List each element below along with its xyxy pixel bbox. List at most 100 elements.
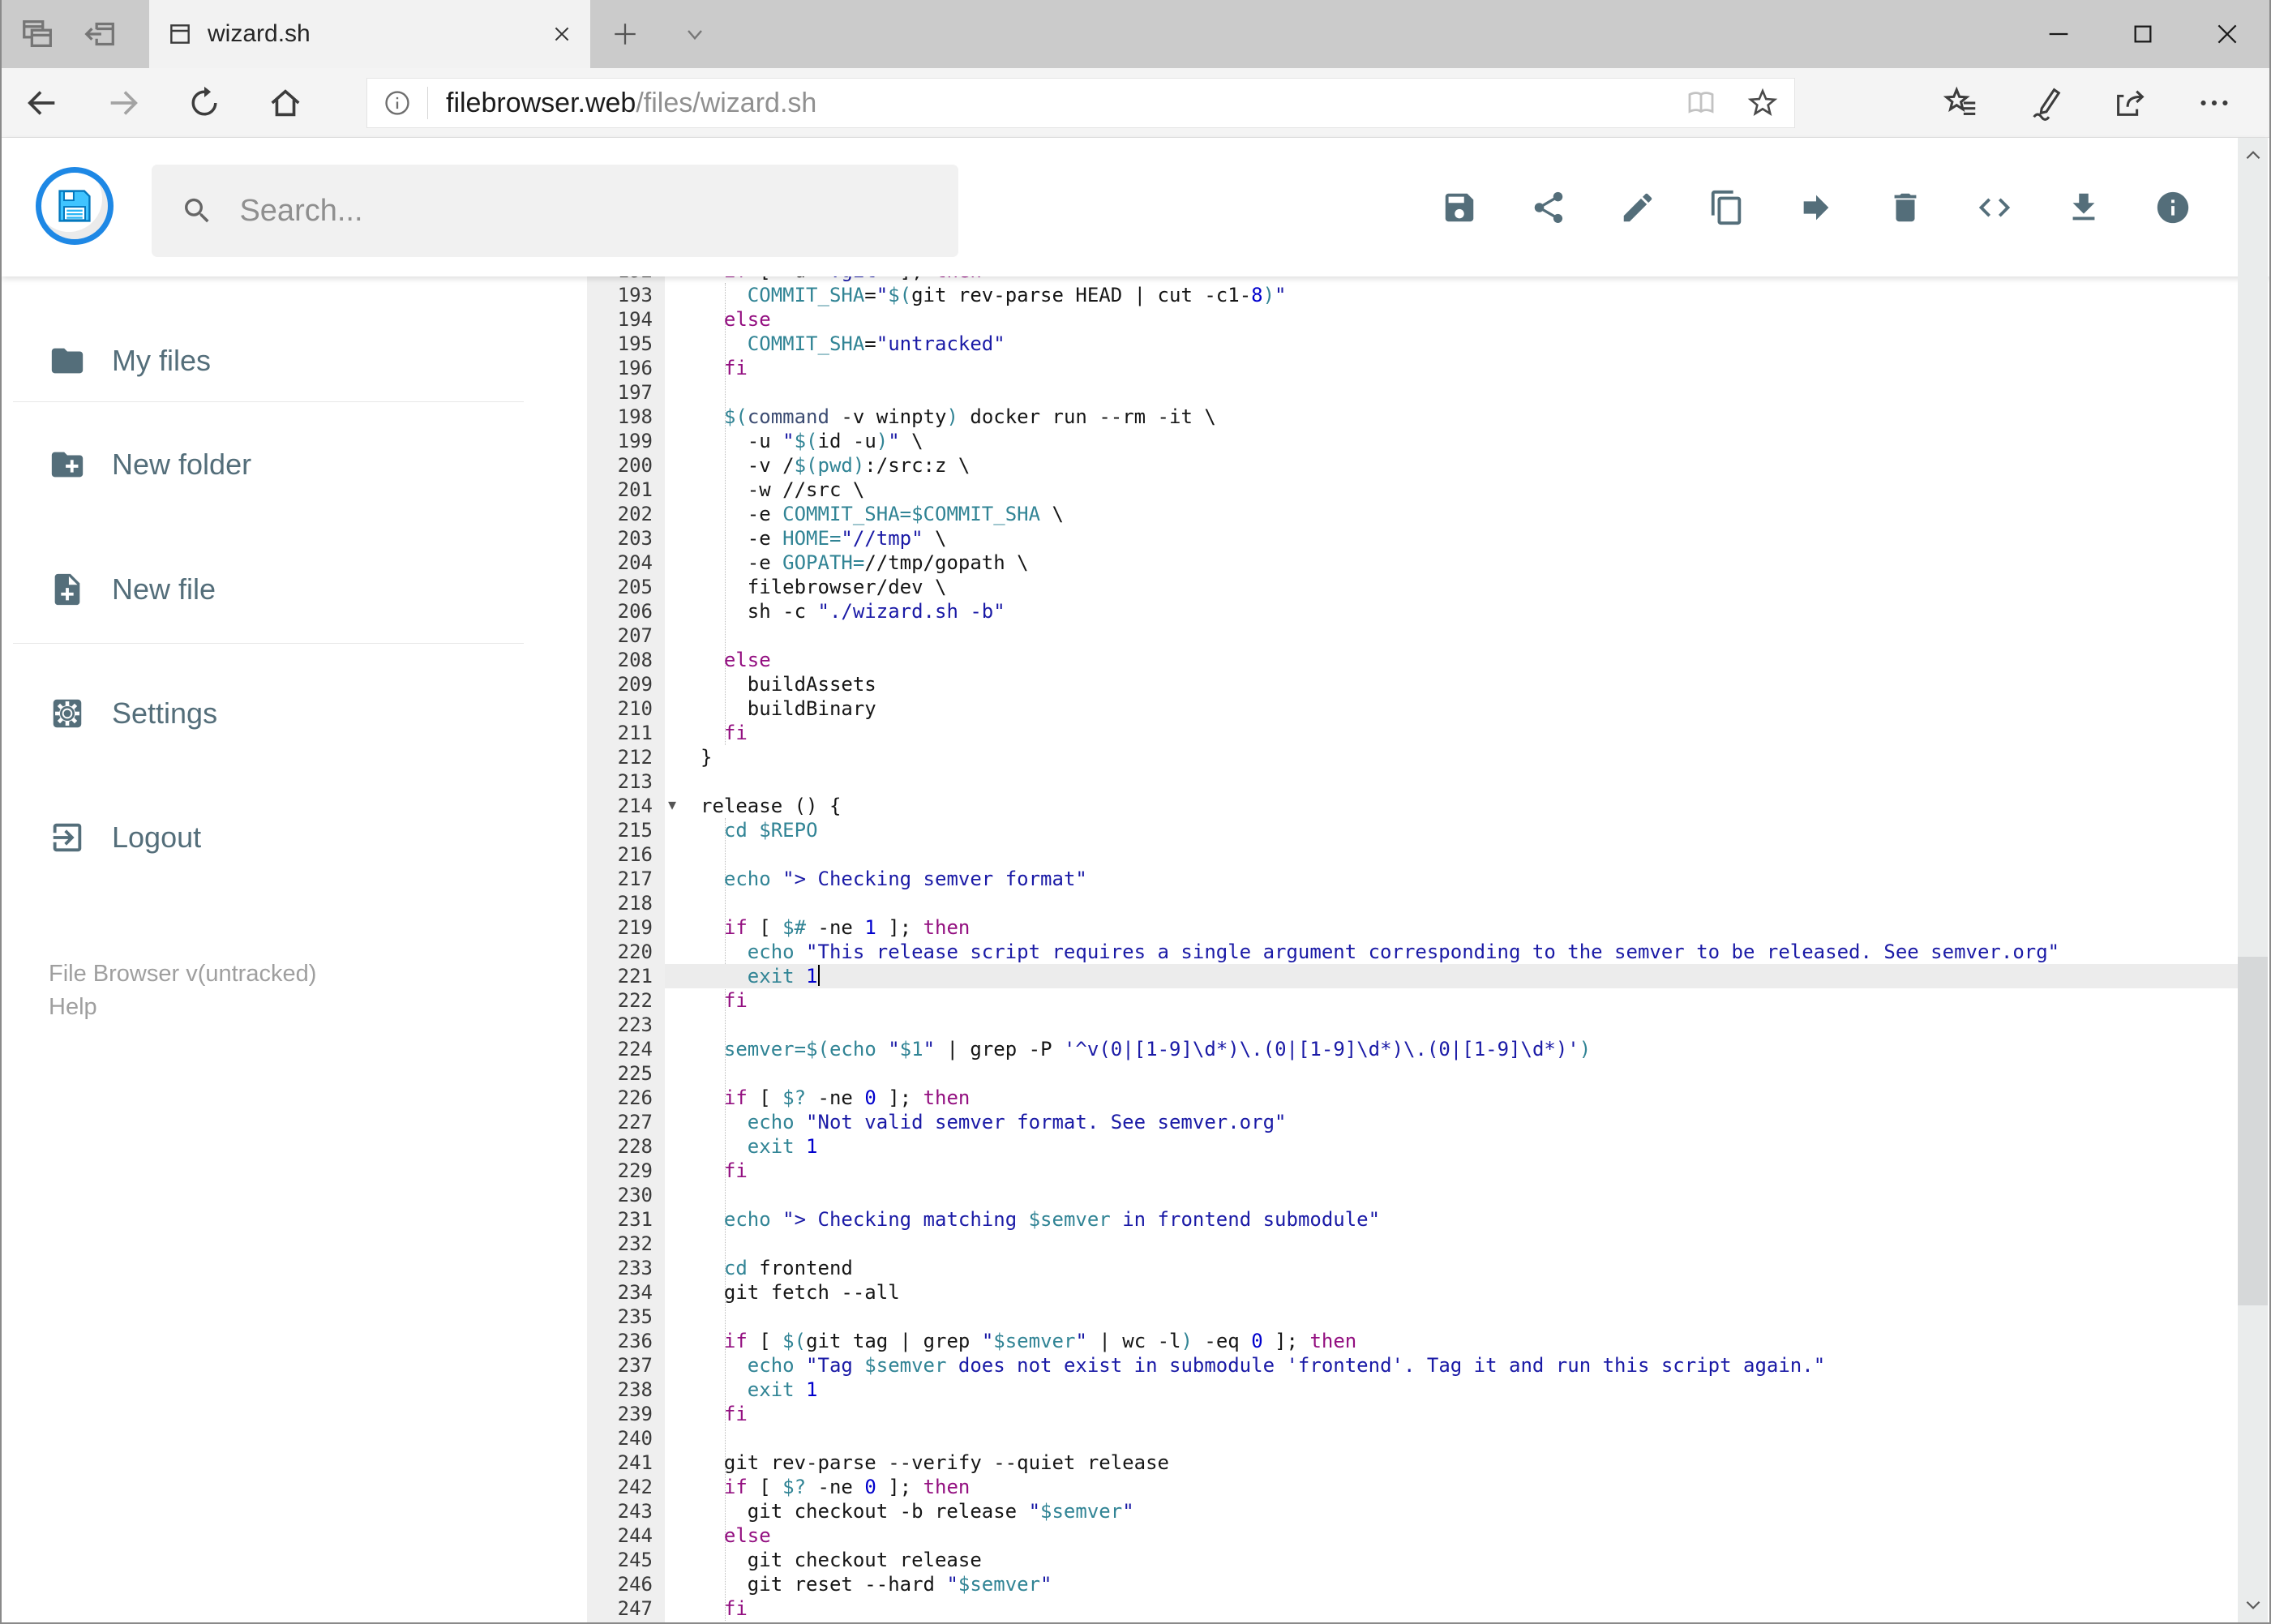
code-line[interactable]: 243 git checkout -b release "$semver": [587, 1499, 2241, 1523]
code-line[interactable]: 226 if [ $? -ne 0 ]; then: [587, 1086, 2241, 1110]
code-line[interactable]: 210 buildBinary: [587, 696, 2241, 721]
save-icon[interactable]: [1441, 189, 1478, 226]
code-line[interactable]: 241 git rev-parse --verify --quiet relea…: [587, 1450, 2241, 1475]
code-line[interactable]: 231 echo "> Checking matching $semver in…: [587, 1207, 2241, 1232]
search-input[interactable]: [238, 192, 929, 229]
code-line[interactable]: 238 exit 1: [587, 1378, 2241, 1402]
scrollbar-thumb[interactable]: [2238, 957, 2268, 1305]
code-line[interactable]: 199 -u "$(id -u)" \: [587, 429, 2241, 453]
code-line[interactable]: 198 $(command -v winpty) docker run --rm…: [587, 405, 2241, 429]
help-link[interactable]: Help: [49, 991, 587, 1024]
code-line[interactable]: 215 cd $REPO: [587, 818, 2241, 842]
code-line[interactable]: 236 if [ $(git tag | grep "$semver" | wc…: [587, 1329, 2241, 1353]
code-line[interactable]: 223: [587, 1013, 2241, 1037]
close-window-button[interactable]: [2185, 0, 2269, 68]
code-line[interactable]: 202 -e COMMIT_SHA=$COMMIT_SHA \: [587, 502, 2241, 526]
edit-icon[interactable]: [1619, 189, 1656, 226]
forward-icon[interactable]: [83, 84, 164, 122]
code-line[interactable]: 232: [587, 1232, 2241, 1256]
code-line[interactable]: 194 else: [587, 307, 2241, 332]
maximize-button[interactable]: [2101, 0, 2185, 68]
filebrowser-logo[interactable]: [36, 167, 114, 245]
code-line[interactable]: 204 -e GOPATH=//tmp/gopath \: [587, 551, 2241, 575]
more-options-icon[interactable]: [2172, 84, 2256, 122]
close-tab-icon[interactable]: [551, 24, 572, 45]
code-line[interactable]: 200 -v /$(pwd):/src:z \: [587, 453, 2241, 478]
code-line[interactable]: 246 git reset --hard "$semver": [587, 1572, 2241, 1596]
sidebar-item-settings[interactable]: Settings: [2, 689, 587, 738]
code-line[interactable]: 239 fi: [587, 1402, 2241, 1426]
share-file-icon[interactable]: [1530, 189, 1567, 226]
move-icon[interactable]: [1798, 189, 1835, 226]
code-line[interactable]: 240: [587, 1426, 2241, 1450]
copy-icon[interactable]: [1708, 189, 1746, 226]
code-line[interactable]: 235: [587, 1305, 2241, 1329]
code-line[interactable]: 201 -w //src \: [587, 478, 2241, 502]
code-line[interactable]: 213: [587, 769, 2241, 794]
code-line[interactable]: 207: [587, 623, 2241, 648]
tab-preview-icon[interactable]: [13, 15, 63, 53]
home-icon[interactable]: [245, 84, 326, 122]
code-line[interactable]: 245 git checkout release: [587, 1548, 2241, 1572]
code-line[interactable]: 209 buildAssets: [587, 672, 2241, 696]
scroll-down-icon[interactable]: [2238, 1587, 2268, 1622]
sidebar-item-new-folder[interactable]: New folder: [2, 440, 587, 489]
code-line[interactable]: 220 echo "This release script requires a…: [587, 940, 2241, 964]
code-line[interactable]: 242 if [ $? -ne 0 ]; then: [587, 1475, 2241, 1499]
sidebar-item-new-file[interactable]: New file: [2, 565, 587, 614]
code-editor[interactable]: 192 if [ -d ".git" ]; then193 COMMIT_SHA…: [587, 276, 2241, 1622]
code-line[interactable]: 206 sh -c "./wizard.sh -b": [587, 599, 2241, 623]
code-line[interactable]: 212}: [587, 745, 2241, 769]
code-line[interactable]: 195 COMMIT_SHA="untracked": [587, 332, 2241, 356]
code-line[interactable]: 196 fi: [587, 356, 2241, 380]
site-info-icon[interactable]: [382, 88, 413, 118]
code-line[interactable]: 221 exit 1: [587, 964, 2241, 988]
web-note-pen-icon[interactable]: [2003, 84, 2088, 122]
address-bar[interactable]: filebrowser.web/files/wizard.sh: [366, 78, 1795, 128]
minimize-button[interactable]: [2016, 0, 2101, 68]
code-line[interactable]: 227 echo "Not valid semver format. See s…: [587, 1110, 2241, 1134]
tab-list-chevron-icon[interactable]: [660, 0, 730, 68]
code-line[interactable]: 222 fi: [587, 988, 2241, 1013]
browser-tab[interactable]: wizard.sh: [149, 0, 590, 68]
code-line[interactable]: 216: [587, 842, 2241, 867]
refresh-icon[interactable]: [164, 85, 245, 121]
new-tab-icon[interactable]: [590, 0, 660, 68]
code-line[interactable]: 197: [587, 380, 2241, 405]
reading-view-icon[interactable]: [1684, 86, 1718, 120]
sidebar-item-logout[interactable]: Logout: [2, 813, 587, 862]
code-line[interactable]: 224 semver=$(echo "$1" | grep -P '^v(0|[…: [587, 1037, 2241, 1061]
fold-arrow-icon[interactable]: ▾: [668, 793, 676, 817]
code-line[interactable]: 214 ▾ release () {: [587, 794, 2241, 818]
share-icon[interactable]: [2088, 84, 2172, 122]
page-scrollbar[interactable]: [2238, 138, 2268, 1622]
code-line[interactable]: 234 git fetch --all: [587, 1280, 2241, 1305]
code-line[interactable]: 247 fi: [587, 1596, 2241, 1621]
download-icon[interactable]: [2065, 189, 2102, 226]
delete-icon[interactable]: [1887, 189, 1924, 226]
code-line[interactable]: 205 filebrowser/dev \: [587, 575, 2241, 599]
code-line[interactable]: 203 -e HOME="//tmp" \: [587, 526, 2241, 551]
code-line[interactable]: 244 else: [587, 1523, 2241, 1548]
code-line[interactable]: 219 if [ $# -ne 1 ]; then: [587, 915, 2241, 940]
scroll-up-icon[interactable]: [2238, 138, 2268, 174]
code-line[interactable]: 192 if [ -d ".git" ]; then: [587, 276, 2241, 283]
code-line[interactable]: 225: [587, 1061, 2241, 1086]
code-line[interactable]: 193 COMMIT_SHA="$(git rev-parse HEAD | c…: [587, 283, 2241, 307]
code-line[interactable]: 229 fi: [587, 1159, 2241, 1183]
info-icon[interactable]: [2154, 189, 2192, 226]
favorite-star-icon[interactable]: [1746, 86, 1780, 120]
set-tabs-aside-icon[interactable]: [75, 15, 125, 53]
code-line[interactable]: 218: [587, 891, 2241, 915]
search-box[interactable]: [152, 165, 958, 257]
code-line[interactable]: 217 echo "> Checking semver format": [587, 867, 2241, 891]
code-line[interactable]: 230: [587, 1183, 2241, 1207]
code-view-icon[interactable]: [1976, 189, 2013, 226]
code-line[interactable]: 228 exit 1: [587, 1134, 2241, 1159]
code-line[interactable]: 208 else: [587, 648, 2241, 672]
code-line[interactable]: 237 echo "Tag $semver does not exist in …: [587, 1353, 2241, 1378]
code-line[interactable]: 233 cd frontend: [587, 1256, 2241, 1280]
back-icon[interactable]: [2, 84, 83, 122]
hub-icon[interactable]: [1919, 84, 2003, 122]
sidebar-item-my-files[interactable]: My files: [2, 336, 587, 385]
